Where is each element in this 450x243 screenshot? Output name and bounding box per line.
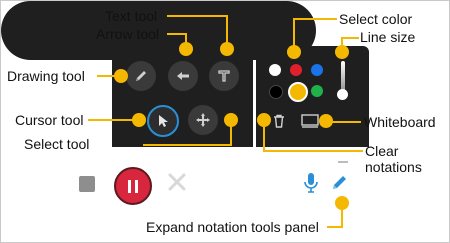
label-text-tool: Text tool bbox=[105, 8, 158, 24]
pause-icon bbox=[128, 179, 131, 193]
drawing-tool-button[interactable] bbox=[126, 61, 156, 91]
callout-dot-whiteboard bbox=[319, 114, 333, 128]
label-line-size: Line size bbox=[360, 29, 416, 45]
callout-line-arrow-tool bbox=[167, 33, 186, 35]
clear-notations-button[interactable] bbox=[271, 113, 287, 129]
color-swatch-green[interactable] bbox=[311, 85, 323, 97]
callout-dot-select-color bbox=[287, 45, 301, 59]
pen-icon[interactable] bbox=[331, 173, 349, 191]
label-arrow-tool: Arrow tool bbox=[96, 26, 160, 42]
callout-dot-expand bbox=[335, 196, 349, 210]
annotated-screenshot: 00:00:09 Text tool Arrow tool Drawing to… bbox=[0, 0, 450, 243]
callout-line-clear-h bbox=[263, 150, 363, 152]
label-select-tool: Select tool bbox=[24, 136, 90, 152]
callout-dot-clear bbox=[257, 113, 271, 127]
callout-dot-arrow-tool bbox=[179, 42, 193, 56]
color-swatch-white[interactable] bbox=[269, 64, 281, 76]
label-whiteboard: Whiteboard bbox=[364, 114, 436, 130]
color-swatch-red[interactable] bbox=[290, 64, 302, 76]
label-drawing-tool: Drawing tool bbox=[7, 68, 85, 84]
move-icon bbox=[196, 113, 210, 127]
pause-icon-bar bbox=[135, 179, 138, 193]
callout-dot-select-tool bbox=[224, 113, 238, 127]
arrow-tool-button[interactable] bbox=[168, 61, 198, 91]
recording-timer: 00:00:09 bbox=[195, 169, 298, 194]
text-tool-button[interactable] bbox=[209, 61, 239, 91]
stop-button[interactable] bbox=[79, 176, 95, 192]
whiteboard-button[interactable] bbox=[301, 114, 319, 128]
callout-line-select-tool bbox=[143, 144, 231, 146]
pause-button[interactable] bbox=[114, 167, 152, 205]
callout-dot-text-tool bbox=[220, 42, 234, 56]
label-clear-notations-1: Clear bbox=[365, 143, 399, 159]
color-swatch-black[interactable] bbox=[269, 85, 283, 99]
color-swatch-yellow-selected[interactable] bbox=[288, 82, 308, 102]
cursor-pointer-icon bbox=[159, 115, 168, 127]
label-cursor-tool: Cursor tool bbox=[15, 112, 84, 128]
callout-line-select-color bbox=[293, 18, 337, 20]
pencil-icon bbox=[136, 71, 146, 81]
callout-dot-line-size bbox=[335, 45, 349, 59]
callout-dot-drawing-tool bbox=[114, 69, 128, 83]
whiteboard-icon bbox=[301, 114, 319, 128]
label-select-color: Select color bbox=[339, 11, 413, 27]
cursor-tool-button[interactable] bbox=[147, 105, 179, 137]
color-swatch-blue[interactable] bbox=[311, 64, 323, 76]
callout-line-line-size bbox=[341, 37, 359, 39]
callout-line-cursor-tool bbox=[88, 119, 138, 121]
callout-line-expand bbox=[327, 226, 342, 228]
label-clear-notations-2: notations bbox=[365, 159, 422, 175]
microphone-icon[interactable] bbox=[303, 171, 319, 195]
close-icon[interactable] bbox=[166, 171, 188, 193]
line-size-slider-handle[interactable] bbox=[337, 89, 348, 100]
arrow-left-icon bbox=[177, 72, 189, 80]
callout-dot-cursor-tool bbox=[132, 113, 146, 127]
select-tool-button[interactable] bbox=[188, 105, 218, 135]
text-t-icon bbox=[218, 70, 230, 82]
callout-line-text-tool bbox=[167, 15, 227, 17]
label-expand-panel: Expand notation tools panel bbox=[146, 219, 319, 235]
trash-icon bbox=[274, 114, 284, 128]
minimize-button[interactable] bbox=[338, 161, 348, 163]
